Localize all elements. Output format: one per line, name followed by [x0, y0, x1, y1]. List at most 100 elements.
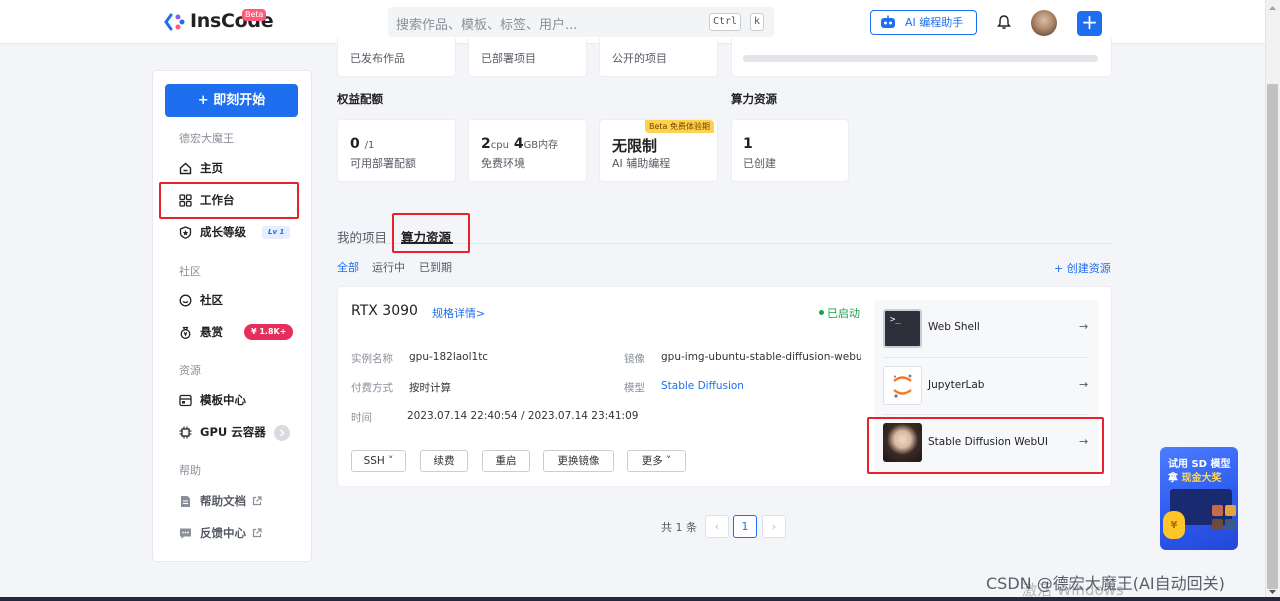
- promo-line-2: 拿 现金大奖: [1168, 473, 1222, 484]
- sidebar-item-label: 悬赏: [200, 325, 223, 339]
- ai-quota-value: 无限制: [612, 137, 658, 155]
- sidebar-item-templates[interactable]: 模板中心: [179, 390, 246, 410]
- status-dot-icon: [819, 310, 824, 315]
- beta-free-badge: Beta 免费体验期: [645, 120, 714, 133]
- promo-line-1: 试用 SD 模型: [1168, 459, 1231, 470]
- scrollbar-thumb[interactable]: [1267, 84, 1278, 589]
- sidebar-item-gpu[interactable]: GPU 云容器: [179, 422, 266, 442]
- bell-icon[interactable]: [996, 14, 1012, 30]
- chevron-down-icon: ˅: [662, 455, 672, 467]
- env-value: 2cpu 4GB内存: [481, 136, 559, 152]
- external-link-icon: [252, 496, 262, 506]
- app-name-webshell: Web Shell: [928, 321, 980, 333]
- kbd-k: k: [750, 13, 765, 31]
- more-dropdown-button[interactable]: 更多 ˅: [627, 450, 686, 472]
- instance-name-key: 实例名称: [351, 353, 393, 365]
- create-plus-button[interactable]: +: [1077, 11, 1102, 36]
- compute-label: 已创建: [743, 157, 776, 170]
- sidebar-item-label: 反馈中心: [200, 526, 246, 540]
- change-image-button[interactable]: 更换镜像: [543, 450, 614, 472]
- shield-icon: [179, 225, 192, 239]
- scroll-up-icon[interactable]: [1268, 4, 1277, 12]
- instance-name-value: gpu-182laol1tc: [409, 351, 489, 363]
- prev-page-button[interactable]: ‹: [705, 515, 729, 538]
- sidebar-item-label: 模板中心: [200, 393, 246, 407]
- filter-running[interactable]: 运行中: [372, 259, 405, 275]
- start-now-button[interactable]: + 即刻开始: [165, 84, 298, 117]
- filter-expired[interactable]: 已到期: [419, 259, 452, 275]
- page-1-button[interactable]: 1: [733, 515, 757, 538]
- pay-key: 付费方式: [351, 382, 393, 394]
- level-badge: Lv 1: [262, 226, 291, 239]
- image-value: gpu-img-ubuntu-stable-diffusion-webui: [661, 351, 861, 363]
- compute-title: 算力资源: [731, 92, 777, 106]
- create-resource-link[interactable]: + 创建资源: [1054, 260, 1111, 276]
- filter-all[interactable]: 全部: [337, 259, 359, 275]
- home-icon: [179, 162, 192, 174]
- progress-bar: [743, 55, 1098, 62]
- status-badge: 已启动: [819, 305, 860, 321]
- scroll-down-icon[interactable]: [1268, 588, 1277, 596]
- bottom-taskbar-edge: [0, 597, 1280, 601]
- section-title-resources: 资源: [179, 364, 201, 377]
- csdn-watermark: CSDN @德宏大魔王(AI自动回关): [986, 574, 1225, 593]
- pay-value: 按时计算: [409, 382, 451, 394]
- pagination-total: 共 1 条: [661, 521, 697, 534]
- sidebar-item-level[interactable]: 成长等级: [179, 222, 246, 242]
- stat-label-public: 公开的项目: [612, 52, 667, 65]
- next-page-button[interactable]: ›: [762, 515, 786, 538]
- smile-icon: [179, 294, 192, 306]
- inscode-logo-icon[interactable]: [164, 12, 186, 32]
- promo-thumb-2: [1225, 505, 1236, 516]
- ai-quota-label: AI 辅助编程: [612, 157, 671, 170]
- coin-bag-icon: ¥: [1163, 511, 1185, 539]
- stat-label-published: 已发布作品: [350, 52, 405, 65]
- ssh-dropdown-button[interactable]: SSH ˅: [351, 450, 406, 472]
- section-title-help: 帮助: [179, 464, 201, 477]
- sidebar-item-label: 主页: [200, 161, 223, 175]
- promo-thumb-1: [1212, 505, 1223, 516]
- image-key: 镜像: [624, 353, 645, 365]
- spec-detail-link[interactable]: 规格详情>: [432, 305, 485, 321]
- promo-thumb-4: [1225, 519, 1236, 530]
- robot-icon: [881, 15, 895, 28]
- sidebar-item-home[interactable]: 主页: [179, 158, 223, 178]
- user-avatar[interactable]: [1031, 10, 1057, 36]
- sidebar-item-docs[interactable]: 帮助文档: [179, 491, 270, 511]
- section-title-community: 社区: [179, 265, 201, 278]
- sidebar-item-reward[interactable]: ¥ 悬赏: [179, 322, 223, 342]
- time-value: 2023.07.14 22:40:54 / 2023.07.14 23:41:0…: [407, 410, 639, 422]
- app-divider: [883, 357, 1089, 358]
- renew-button[interactable]: 续费: [420, 450, 468, 472]
- env-label: 免费环境: [481, 157, 525, 170]
- svg-text:¥: ¥: [184, 332, 188, 338]
- model-key: 模型: [624, 382, 645, 394]
- time-key: 时间: [351, 412, 372, 424]
- stat-label-deployed: 已部署项目: [481, 52, 536, 65]
- compute-value: 1: [743, 136, 753, 152]
- reward-badge: ¥ 1.8K+: [244, 324, 294, 340]
- document-icon: [181, 495, 190, 507]
- beta-badge: Beta: [242, 9, 267, 21]
- external-link-icon: [252, 528, 262, 538]
- sidebar-username: 德宏大魔王: [179, 132, 234, 145]
- sidebar-item-feedback[interactable]: 反馈中心: [179, 523, 270, 543]
- instance-title: RTX 3090: [351, 303, 418, 319]
- restart-button[interactable]: 重启: [482, 450, 530, 472]
- kbd-ctrl: Ctrl: [709, 13, 742, 31]
- arrow-right-icon[interactable]: →: [1079, 320, 1088, 333]
- model-link[interactable]: Stable Diffusion: [661, 380, 744, 392]
- chevron-down-icon: ˅: [384, 455, 394, 467]
- app-name-jupyterlab: JupyterLab: [928, 379, 985, 391]
- sidebar-item-community[interactable]: 社区: [179, 290, 223, 310]
- tab-my-projects[interactable]: 我的项目: [337, 227, 387, 246]
- sidebar-item-label: 社区: [200, 293, 223, 307]
- terminal-icon: >_: [883, 309, 922, 348]
- chip-icon: [179, 426, 192, 438]
- arrow-right-icon[interactable]: →: [1079, 378, 1088, 391]
- highlight-box-sd-webui: [867, 417, 1104, 474]
- quota-value: 0 /1: [350, 136, 375, 152]
- sidebar-item-label: 帮助文档: [200, 494, 246, 508]
- jupyter-icon: [883, 366, 922, 405]
- gpu-expand-icon[interactable]: [274, 425, 290, 441]
